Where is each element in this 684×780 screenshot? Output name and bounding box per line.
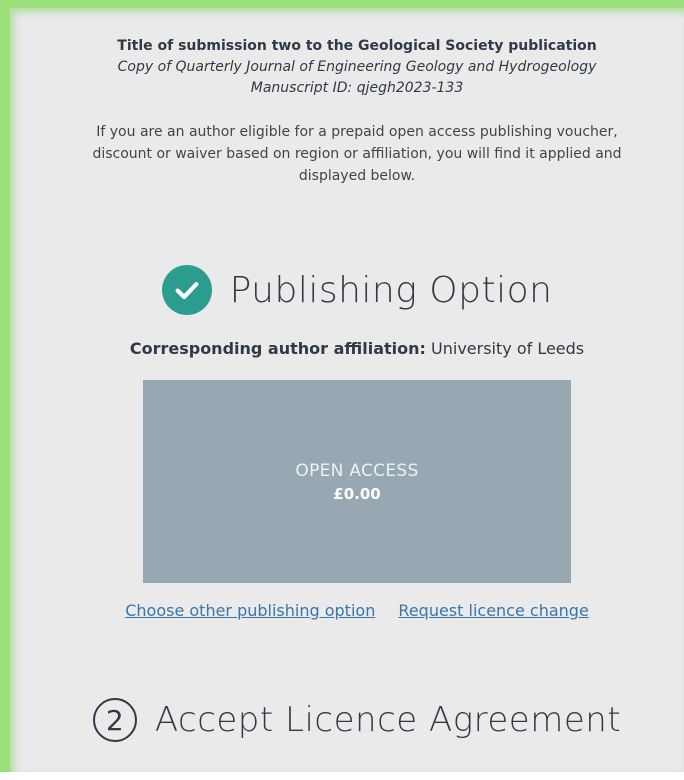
section-title: Publishing Option (229, 269, 553, 311)
voucher-notice: If you are an author eligible for a prep… (92, 124, 622, 184)
option-name: OPEN ACCESS (295, 460, 419, 481)
licence-step-heading: 2 Accept Licence Agreement (20, 698, 684, 742)
option-links: Choose other publishing option Request l… (20, 601, 684, 620)
affiliation-label: Corresponding author affiliation: (129, 339, 426, 358)
request-licence-change-link[interactable]: Request licence change (398, 601, 588, 620)
choose-other-option-link[interactable]: Choose other publishing option (125, 601, 375, 620)
page-frame: Title of submission two to the Geologica… (0, 0, 684, 772)
publishing-option-heading: Publishing Option (20, 265, 684, 315)
corresponding-affiliation: Corresponding author affiliation: Univer… (20, 339, 684, 358)
open-access-option-card[interactable]: OPEN ACCESS £0.00 (143, 380, 571, 583)
step-number-badge: 2 (92, 698, 137, 742)
check-circle-icon (161, 265, 212, 315)
option-price: £0.00 (333, 484, 381, 503)
manuscript-id: Manuscript ID: qjegh2023-133 (250, 80, 464, 96)
submission-title: Title of submission two to the Geologica… (117, 38, 597, 54)
submission-header: Title of submission two to the Geologica… (20, 36, 684, 99)
affiliation-value: University of Leeds (431, 339, 585, 358)
journal-name: Copy of Quarterly Journal of Engineering… (117, 59, 597, 75)
step-title: Accept Licence Agreement (154, 700, 622, 740)
main-content: Title of submission two to the Geologica… (20, 16, 684, 780)
